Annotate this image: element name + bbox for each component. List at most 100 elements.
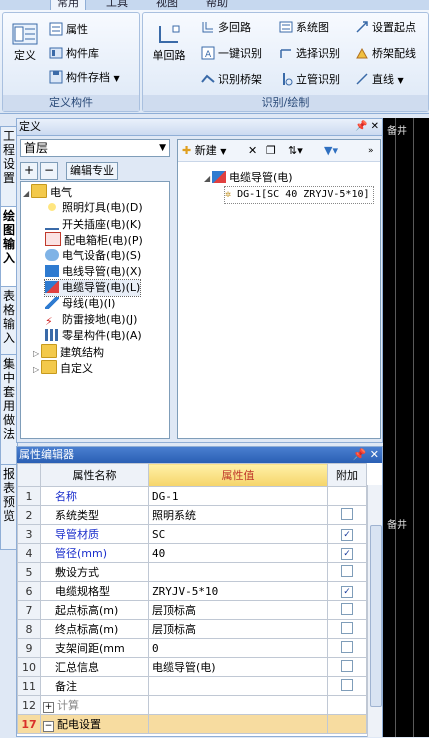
delete-icon[interactable]: ✕ bbox=[248, 143, 257, 159]
property-value[interactable] bbox=[148, 695, 328, 715]
tree-item-lighting[interactable]: 照明灯具(电)(D) bbox=[45, 200, 143, 216]
scrollbar-thumb[interactable] bbox=[370, 525, 382, 707]
property-row[interactable]: 7 起点标高(m) 层顶标高 bbox=[17, 600, 367, 620]
floor-select[interactable]: 首层 ▼ bbox=[20, 139, 170, 157]
property-value[interactable]: 0 bbox=[148, 638, 328, 658]
pin-icon[interactable]: 📌 bbox=[353, 448, 367, 461]
checkbox-checked[interactable]: ✓ bbox=[341, 586, 353, 598]
property-attach[interactable] bbox=[327, 505, 367, 525]
property-value[interactable]: 40 bbox=[148, 543, 328, 563]
checkbox[interactable] bbox=[341, 678, 353, 691]
expand-icon[interactable]: ▷ bbox=[33, 362, 41, 378]
property-value[interactable] bbox=[148, 676, 328, 696]
component-lib-button[interactable]: 构件库 bbox=[49, 45, 99, 63]
property-attach[interactable]: ✓ bbox=[327, 581, 367, 601]
tab-view[interactable]: 视图 bbox=[150, 0, 184, 10]
expand-all-icon[interactable]: + bbox=[20, 162, 38, 180]
property-row[interactable]: 3 导管材质 SC ✓ bbox=[17, 524, 367, 544]
checkbox[interactable] bbox=[341, 621, 353, 634]
property-row[interactable]: 9 支架间距(mm 0 bbox=[17, 638, 367, 658]
tree-item-electrical-equipment[interactable]: 电气设备(电)(S) bbox=[45, 248, 141, 264]
edit-spec-button[interactable]: 编辑专业 bbox=[66, 162, 118, 180]
property-attach[interactable] bbox=[327, 562, 367, 582]
property-button[interactable]: 属性 bbox=[49, 21, 88, 39]
property-row[interactable]: 5 敷设方式 bbox=[17, 562, 367, 582]
checkbox[interactable] bbox=[341, 507, 353, 520]
checkbox-checked[interactable]: ✓ bbox=[341, 548, 353, 560]
collapse-icon[interactable]: ◢ bbox=[204, 171, 212, 187]
property-value[interactable]: ZRYJV-5*10 bbox=[148, 581, 328, 601]
property-value[interactable]: SC bbox=[148, 524, 328, 544]
property-row[interactable]: 17− 配电设置 bbox=[17, 714, 367, 734]
property-scrollbar[interactable] bbox=[367, 485, 382, 737]
single-loop-button[interactable]: 单回路 bbox=[149, 23, 189, 63]
property-row[interactable]: 4 管径(mm) 40 ✓ bbox=[17, 543, 367, 563]
riser-recognize-button[interactable]: 立管识别 bbox=[279, 71, 340, 89]
sort-icon[interactable]: ⇅▾ bbox=[288, 143, 303, 159]
property-value[interactable] bbox=[148, 562, 328, 582]
new-button[interactable]: ✚ 新建 ▼ bbox=[182, 143, 226, 159]
close-icon[interactable]: ✕ bbox=[370, 448, 379, 461]
tree-item-busbar[interactable]: 母线(电)(I) bbox=[45, 296, 115, 312]
checkbox-checked[interactable]: ✓ bbox=[341, 529, 353, 541]
collapse-icon[interactable]: − bbox=[43, 721, 54, 732]
one-click-label: 一键识别 bbox=[218, 47, 262, 60]
component-root-node[interactable]: ◢ 电缆导管(电) bbox=[204, 170, 293, 186]
checkbox[interactable] bbox=[341, 659, 353, 672]
property-row[interactable]: 10 汇总信息 电缆导管(电) bbox=[17, 657, 367, 677]
property-attach[interactable] bbox=[327, 619, 367, 639]
tab-help[interactable]: 帮助 bbox=[200, 0, 234, 10]
checkbox[interactable] bbox=[341, 602, 353, 615]
component-save-button[interactable]: 构件存档 ▼ bbox=[49, 69, 120, 87]
close-icon[interactable]: ✕ bbox=[371, 121, 379, 132]
property-row[interactable]: 8 终点标高(m) 层顶标高 bbox=[17, 619, 367, 639]
system-diagram-button[interactable]: 系统图 bbox=[279, 19, 329, 37]
property-attach[interactable] bbox=[327, 600, 367, 620]
multi-loop-button[interactable]: 多回路 bbox=[201, 19, 251, 37]
property-row[interactable]: 6 电缆规格型 ZRYJV-5*10 ✓ bbox=[17, 581, 367, 601]
tree-item-misc-components[interactable]: 零星构件(电)(A) bbox=[45, 328, 142, 344]
property-value[interactable]: DG-1 bbox=[148, 486, 328, 506]
property-value[interactable]: 层顶标高 bbox=[148, 619, 328, 639]
property-value[interactable]: 电缆导管(电) bbox=[148, 657, 328, 677]
property-attach[interactable] bbox=[327, 676, 367, 696]
property-attach[interactable] bbox=[327, 638, 367, 658]
tree-item-lightning-grounding[interactable]: ⚡ 防雷接地(电)(J) bbox=[45, 312, 137, 328]
checkbox[interactable] bbox=[341, 640, 353, 653]
copy-icon[interactable]: ❐ bbox=[266, 143, 276, 159]
property-value[interactable]: 照明系统 bbox=[148, 505, 328, 525]
property-attach[interactable]: ✓ bbox=[327, 543, 367, 563]
set-origin-button[interactable]: 设置起点 bbox=[355, 19, 416, 37]
tree-item-wire-conduit[interactable]: 电线导管(电)(X) bbox=[45, 264, 142, 280]
collapse-all-icon[interactable]: − bbox=[40, 162, 58, 180]
tree-item-cable-conduit[interactable]: 电缆导管(电)(L) bbox=[43, 279, 142, 297]
drawing-canvas[interactable]: 备井 备井 bbox=[383, 118, 429, 737]
tree-node-building-structure[interactable]: ▷ 建筑结构 bbox=[33, 344, 104, 360]
tree-item-distribution-box[interactable]: 配电箱柜(电)(P) bbox=[45, 232, 143, 248]
expand-icon[interactable]: + bbox=[43, 702, 54, 713]
define-button[interactable]: 定义 bbox=[7, 23, 43, 63]
property-attach[interactable] bbox=[327, 657, 367, 677]
select-recognize-button[interactable]: 选择识别 bbox=[279, 45, 340, 63]
property-value[interactable] bbox=[148, 714, 328, 734]
straight-line-button[interactable]: 直线 ▼ bbox=[355, 71, 404, 89]
checkbox[interactable] bbox=[341, 564, 353, 577]
filter-icon[interactable]: ▼▾ bbox=[324, 143, 338, 159]
recognize-bridge-button[interactable]: 识别桥架 bbox=[201, 71, 262, 89]
bridge-wiring-button[interactable]: 桥架配线 bbox=[355, 45, 416, 63]
pin-icon[interactable]: 📌 bbox=[355, 121, 367, 132]
property-value[interactable]: 层顶标高 bbox=[148, 600, 328, 620]
property-row[interactable]: 2 系统类型 照明系统 bbox=[17, 505, 367, 525]
overflow-icon[interactable]: » bbox=[368, 143, 374, 159]
tab-tools[interactable]: 工具 bbox=[100, 0, 134, 10]
one-click-recognize-button[interactable]: A 一键识别 bbox=[201, 45, 262, 63]
tree-node-custom[interactable]: ▷ 自定义 bbox=[33, 360, 93, 376]
collapse-icon[interactable]: ◢ bbox=[23, 186, 31, 202]
property-row[interactable]: 1 名称 DG-1 bbox=[17, 486, 367, 506]
property-attach[interactable]: ✓ bbox=[327, 524, 367, 544]
tree-node-electrical[interactable]: ◢ 电气 bbox=[23, 184, 72, 200]
property-row[interactable]: 11 备注 bbox=[17, 676, 367, 696]
component-item-dg1[interactable]: ✲ DG-1[SC 40 ZRYJV-5*10] bbox=[224, 186, 374, 204]
tree-item-switch-socket[interactable]: 开关插座(电)(K) bbox=[45, 216, 141, 232]
property-row[interactable]: 12 + 计算 bbox=[17, 695, 367, 715]
